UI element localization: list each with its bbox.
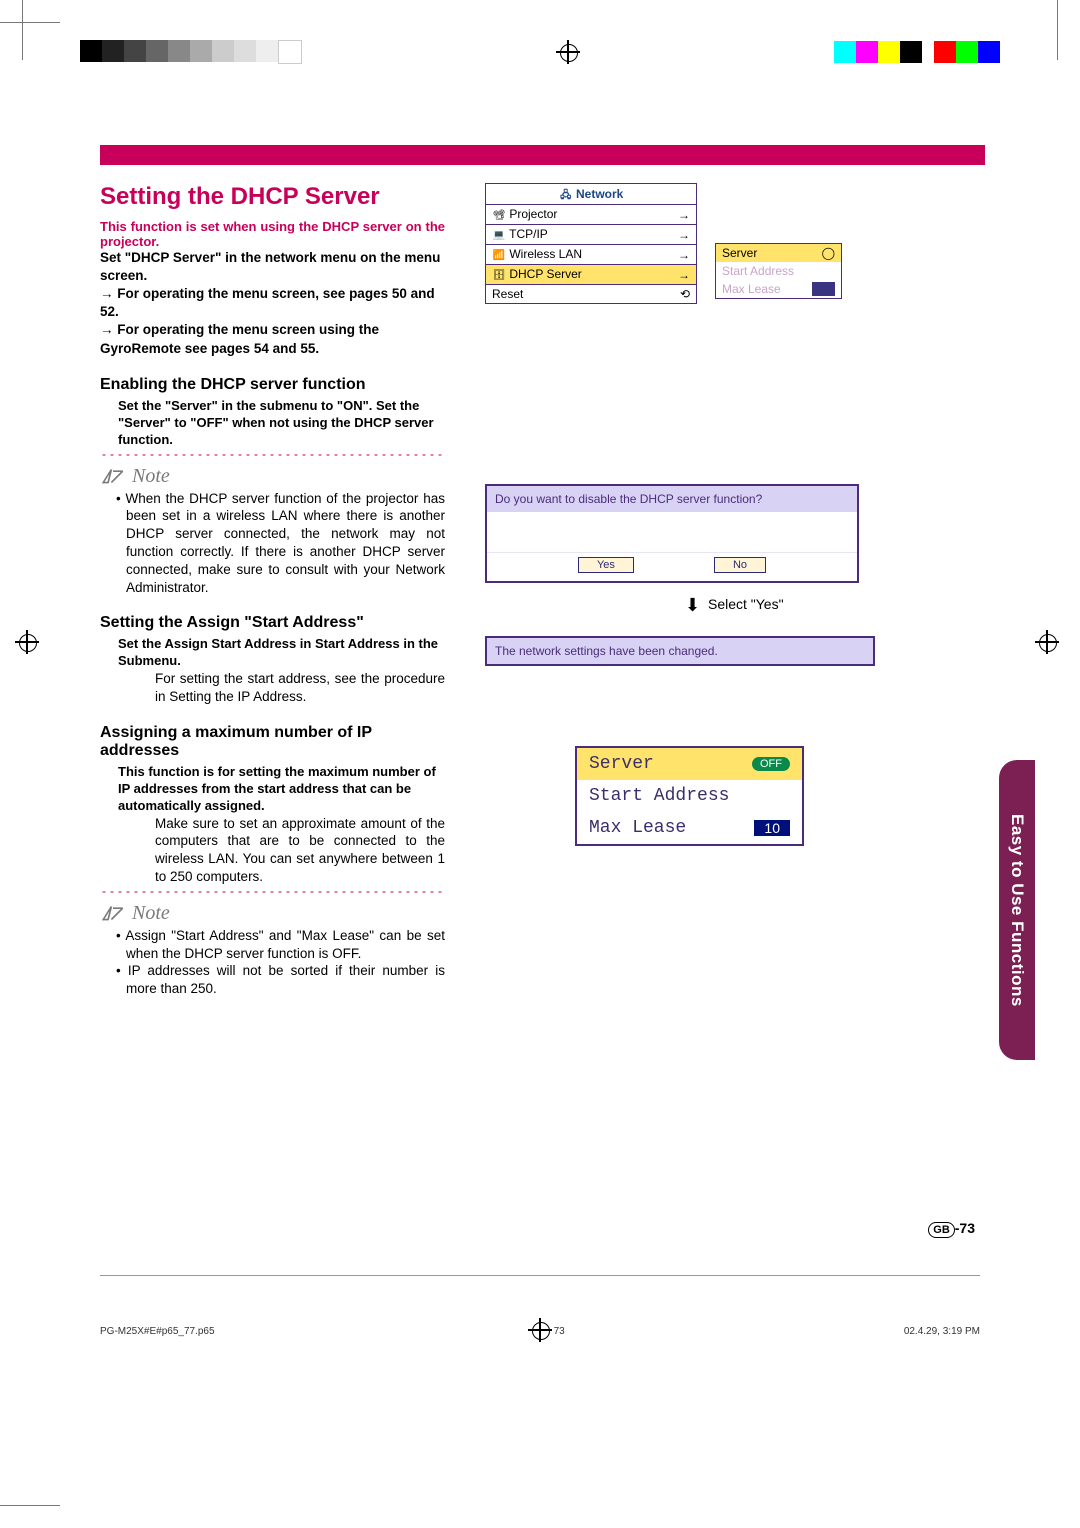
dhcp-submenu-preview: Server◯ Start Address Max Lease.	[715, 243, 842, 299]
footer: PG-M25X#E#p65_77.p65 73 02.4.29, 3:19 PM	[100, 1275, 980, 1337]
menu-item-dhcp[interactable]: 🗄 DHCP Server→	[486, 265, 696, 285]
body-text: → For operating the menu screen, see pag…	[100, 285, 445, 321]
body-text: → For operating the menu screen using th…	[100, 321, 445, 357]
reset-icon: ⟲	[680, 287, 690, 301]
grayscale-swatches	[80, 40, 302, 64]
note-text: • Assign "Start Address" and "Max Lease"…	[100, 927, 445, 963]
menu-item-tcpip[interactable]: 💻 TCP/IP→	[486, 225, 696, 245]
note-header: Note	[100, 465, 445, 488]
menu-item-wireless[interactable]: 📶 Wireless LAN→	[486, 245, 696, 265]
registration-mark-icon	[1035, 630, 1065, 660]
confirmation-banner: The network settings have been changed.	[485, 636, 875, 666]
section-sub: Set the "Server" in the submenu to "ON".…	[118, 398, 445, 449]
note-icon	[100, 466, 126, 486]
network-menu: 🖧 Network 📽 Projector→ 💻 TCP/IP→ 📶 Wirel…	[485, 183, 697, 304]
note-label: Note	[132, 902, 170, 925]
footer-date: 02.4.29, 3:19 PM	[904, 1326, 980, 1337]
registration-mark-icon	[15, 630, 45, 660]
tcpip-icon: 💻	[492, 230, 506, 242]
registration-mark-icon	[556, 40, 580, 64]
submenu-max[interactable]: Max Lease10	[577, 812, 802, 844]
submenu-max-disabled: Max Lease.	[716, 280, 841, 298]
submenu-start[interactable]: Start Address	[577, 780, 802, 812]
divider-dots	[100, 890, 445, 894]
toggle-icon: ◯	[822, 246, 835, 260]
note-text: • When the DHCP server function of the p…	[100, 490, 445, 597]
submenu-server[interactable]: ServerOFF	[577, 748, 802, 780]
header-bar	[100, 145, 985, 165]
page-title: Setting the DHCP Server	[100, 183, 445, 211]
divider-dots	[100, 453, 445, 457]
menu-item-reset[interactable]: Reset⟲	[486, 285, 696, 303]
section-heading: Setting the Assign "Start Address"	[100, 614, 445, 632]
note-icon	[100, 903, 126, 923]
footer-page: 73	[554, 1326, 565, 1337]
body-text: Make sure to set an approximate amount o…	[155, 815, 445, 886]
section-tab: Easy to Use Functions	[999, 760, 1035, 1060]
intro-text: This function is set when using the DHCP…	[100, 219, 445, 249]
network-icon: 🖧	[559, 188, 573, 200]
section-heading: Assigning a maximum number of IP address…	[100, 724, 445, 760]
dhcp-submenu: ServerOFF Start Address Max Lease10	[575, 746, 804, 846]
color-swatches	[834, 41, 1000, 63]
footer-file: PG-M25X#E#p65_77.p65	[100, 1326, 215, 1337]
section-sub: This function is for setting the maximum…	[118, 764, 445, 815]
menu-title: 🖧 Network	[486, 184, 696, 205]
section-sub: Set the Assign Start Address in Start Ad…	[118, 636, 445, 670]
note-label: Note	[132, 465, 170, 488]
max-lease-value: 10	[754, 820, 790, 836]
off-badge: OFF	[752, 757, 790, 771]
wireless-icon: 📶	[492, 250, 506, 262]
submenu-start-disabled: Start Address	[716, 262, 841, 280]
page-number: GB-73	[928, 1220, 975, 1238]
confirm-dialog: Do you want to disable the DHCP server f…	[485, 484, 859, 583]
yes-button[interactable]: Yes	[578, 557, 634, 573]
projector-icon: 📽	[492, 210, 506, 222]
dialog-question: Do you want to disable the DHCP server f…	[487, 486, 857, 512]
note-text: • IP addresses will not be sorted if the…	[100, 962, 445, 998]
menu-item-projector[interactable]: 📽 Projector→	[486, 205, 696, 225]
select-yes-instruction: ⬇ Select "Yes"	[685, 595, 985, 616]
body-text: Set "DHCP Server" in the network menu on…	[100, 249, 445, 285]
registration-bar	[80, 40, 1000, 64]
section-heading: Enabling the DHCP server function	[100, 376, 445, 394]
no-button[interactable]: No	[714, 557, 766, 573]
submenu-server[interactable]: Server◯	[716, 244, 841, 262]
dhcp-icon: 🗄	[492, 270, 506, 282]
body-text: For setting the start address, see the p…	[155, 670, 445, 706]
note-header: Note	[100, 902, 445, 925]
down-arrow-icon: ⬇	[685, 595, 700, 616]
